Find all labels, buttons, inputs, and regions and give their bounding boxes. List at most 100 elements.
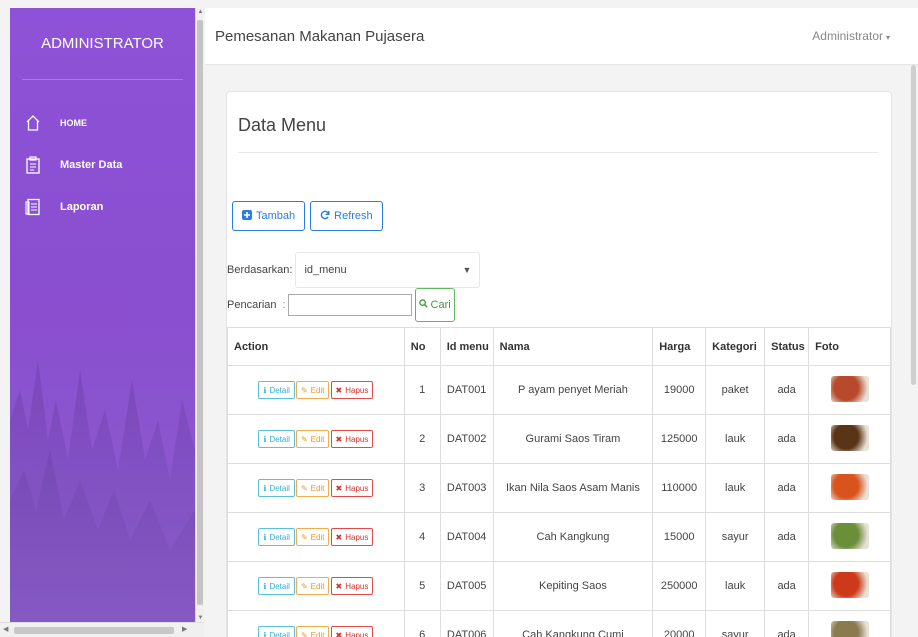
cell-foto [808, 610, 891, 637]
column-header-action: Action [227, 327, 405, 366]
user-menu[interactable]: Administrator ▾ [812, 29, 908, 43]
cell-status: ada [764, 463, 810, 513]
detail-button[interactable]: ℹ Detail [258, 528, 295, 546]
edit-button[interactable]: ✎ Edit [295, 430, 330, 448]
food-photo-thumbnail[interactable] [830, 620, 869, 637]
food-photo-thumbnail[interactable] [830, 522, 869, 549]
sidebar-item-home[interactable]: HOME [10, 102, 195, 144]
detail-button[interactable]: ℹ Detail [258, 577, 295, 595]
cell-no: 1 [403, 365, 441, 415]
action-cell: ℹ Detail ✎ Edit ✖ Hapus [227, 512, 405, 562]
cell-id-menu: DAT005 [439, 561, 494, 611]
table-row: ℹ Detail ✎ Edit ✖ Hapus 6 DAT006 Cah Kangku… [227, 610, 891, 637]
detail-button-label: Detail [269, 581, 290, 591]
cell-harga: 15000 [652, 512, 707, 562]
horizontal-scrollbar[interactable]: ◀ ▶ [0, 622, 204, 637]
search-button[interactable]: Cari [414, 288, 455, 322]
delete-button[interactable]: ✖ Hapus [330, 430, 374, 448]
column-header-status: Status [764, 327, 810, 366]
page-scrollbar[interactable] [909, 65, 918, 637]
detail-button[interactable]: ℹ Detail [258, 479, 295, 497]
column-header-id-menu: Id menu [439, 327, 494, 366]
action-cell: ℹ Detail ✎ Edit ✖ Hapus [227, 561, 405, 611]
scrollbar-thumb[interactable] [197, 20, 203, 605]
scroll-left-arrow-icon[interactable]: ◀ [3, 625, 8, 633]
delete-button-label: Hapus [345, 385, 369, 395]
page-title: Data Menu [238, 115, 327, 135]
delete-button-label: Hapus [345, 532, 369, 542]
delete-button[interactable]: ✖ Hapus [330, 479, 374, 497]
cell-harga: 20000 [652, 610, 707, 637]
edit-button[interactable]: ✎ Edit [295, 528, 330, 546]
food-photo-thumbnail[interactable] [830, 571, 869, 598]
close-icon: ✖ [335, 532, 343, 542]
report-icon [24, 197, 42, 217]
sidebar-nav: HOME Master Data Laporan [10, 80, 195, 228]
edit-button[interactable]: ✎ Edit [295, 577, 330, 595]
sidebar-item-master-data[interactable]: Master Data [10, 144, 195, 186]
search-input[interactable] [287, 294, 412, 316]
sidebar-item-label: Laporan [60, 201, 104, 213]
detail-button[interactable]: ℹ Detail [258, 626, 295, 637]
info-icon: ℹ [263, 385, 267, 395]
delete-button[interactable]: ✖ Hapus [330, 528, 374, 546]
delete-button[interactable]: ✖ Hapus [330, 381, 374, 399]
delete-button-label: Hapus [345, 434, 369, 444]
refresh-icon [320, 210, 330, 223]
column-header-no: No [403, 327, 441, 366]
info-icon: ℹ [263, 532, 267, 542]
sidebar-item-laporan[interactable]: Laporan [10, 186, 195, 228]
cell-foto [808, 414, 891, 464]
action-cell: ℹ Detail ✎ Edit ✖ Hapus [227, 365, 405, 415]
delete-button[interactable]: ✖ Hapus [330, 577, 374, 595]
cell-harga: 19000 [652, 365, 707, 415]
cell-kategori: paket [705, 365, 766, 415]
cell-foto [808, 463, 891, 513]
delete-button-label: Hapus [345, 630, 369, 637]
cell-status: ada [764, 512, 810, 562]
search-button-label: Cari [430, 299, 451, 311]
cell-status: ada [764, 414, 810, 464]
menu-table: Action No Id menu Nama Harga Kategori St… [227, 327, 891, 637]
delete-button[interactable]: ✖ Hapus [330, 626, 374, 637]
detail-button[interactable]: ℹ Detail [258, 381, 295, 399]
cell-nama: P ayam penyet Meriah [492, 365, 654, 415]
column-header-harga: Harga [652, 327, 707, 366]
add-button[interactable]: Tambah [232, 201, 306, 231]
scrollbar-thumb[interactable] [911, 65, 916, 385]
food-photo-thumbnail[interactable] [830, 375, 869, 402]
table-row: ℹ Detail ✎ Edit ✖ Hapus 5 DAT005 Kepiting S… [227, 561, 891, 611]
edit-button[interactable]: ✎ Edit [295, 479, 330, 497]
scroll-up-arrow-icon[interactable]: ▲ [197, 9, 204, 15]
user-name: Administrator [812, 29, 883, 43]
cell-nama: Cah Kangkung Cumi [492, 610, 654, 637]
table-row: ℹ Detail ✎ Edit ✖ Hapus 4 DAT004 Cah Kangku… [227, 512, 891, 562]
scrollbar-thumb[interactable] [14, 627, 174, 634]
food-photo-thumbnail[interactable] [830, 424, 869, 451]
scroll-right-arrow-icon[interactable]: ▶ [182, 625, 187, 633]
edit-button-label: Edit [310, 581, 325, 591]
cell-id-menu: DAT001 [439, 365, 494, 415]
info-icon: ℹ [263, 434, 267, 444]
food-photo-thumbnail[interactable] [830, 473, 869, 500]
detail-button-label: Detail [269, 483, 290, 493]
detail-button-label: Detail [269, 434, 290, 444]
sidebar-scrollbar[interactable]: ▲ ▼ [195, 8, 204, 622]
scroll-down-arrow-icon[interactable]: ▼ [197, 615, 204, 621]
close-icon: ✖ [335, 630, 343, 637]
cell-status: ada [764, 610, 810, 637]
delete-button-label: Hapus [345, 581, 369, 591]
refresh-button[interactable]: Refresh [310, 201, 383, 231]
cell-kategori: sayur [705, 512, 766, 562]
close-icon: ✖ [335, 385, 343, 395]
cell-nama: Cah Kangkung [492, 512, 654, 562]
edit-button-label: Edit [310, 630, 325, 637]
filter-select[interactable]: id_menu ▼ [295, 252, 481, 288]
home-icon [24, 113, 42, 133]
edit-button[interactable]: ✎ Edit [295, 381, 330, 399]
filter-select-value: id_menu [304, 264, 347, 276]
cell-kategori: lauk [705, 463, 766, 513]
cell-no: 2 [403, 414, 441, 464]
detail-button[interactable]: ℹ Detail [258, 430, 295, 448]
edit-button[interactable]: ✎ Edit [295, 626, 330, 637]
